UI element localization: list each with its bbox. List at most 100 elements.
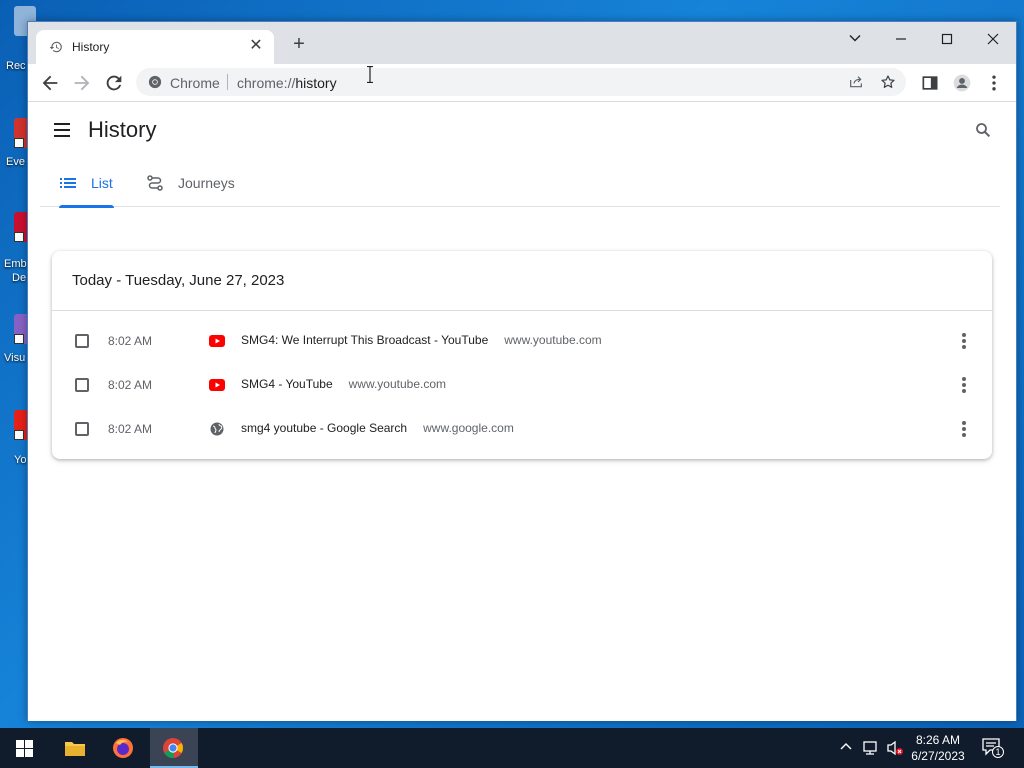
desktop-icon-label: Rec bbox=[6, 60, 26, 72]
history-entry[interactable]: 8:02 AM SMG4: We Interrupt This Broadcas… bbox=[52, 319, 992, 363]
chevron-down-icon bbox=[849, 35, 861, 42]
desktop-icon-event[interactable]: Eve bbox=[0, 118, 36, 178]
chrome-logo-icon bbox=[148, 75, 162, 89]
close-window-button[interactable] bbox=[978, 28, 1008, 52]
tab-strip: History ✕ + bbox=[28, 22, 1016, 64]
youtube-icon bbox=[209, 379, 225, 391]
card-header: Today - Tuesday, June 27, 2023 bbox=[52, 251, 992, 311]
tab-history[interactable]: History ✕ bbox=[36, 30, 274, 64]
entry-more-actions-icon[interactable] bbox=[962, 333, 966, 349]
desktop-icon-embarcadero[interactable]: Emb De bbox=[0, 212, 36, 284]
side-panel-icon[interactable] bbox=[920, 73, 940, 93]
tab-list[interactable]: List bbox=[59, 165, 119, 208]
tab-search-button[interactable] bbox=[840, 28, 870, 52]
shortcut-arrow-icon bbox=[14, 334, 24, 344]
bookmark-star-icon[interactable] bbox=[880, 74, 896, 90]
browser-window: History ✕ + Chrome chrome://history Hist… bbox=[27, 21, 1017, 721]
shortcut-arrow-icon bbox=[14, 232, 24, 242]
entry-checkbox[interactable] bbox=[75, 378, 89, 392]
tab-title: History bbox=[72, 40, 110, 54]
firefox-icon bbox=[113, 738, 133, 758]
forward-arrow-icon[interactable] bbox=[71, 72, 93, 94]
taskbar-file-explorer[interactable] bbox=[50, 728, 98, 768]
tab-label: List bbox=[91, 175, 113, 191]
entry-domain: www.youtube.com bbox=[504, 333, 602, 347]
entry-link[interactable]: SMG4: We Interrupt This Broadcast - YouT… bbox=[241, 333, 602, 347]
entry-time: 8:02 AM bbox=[108, 334, 153, 348]
close-tab-icon[interactable]: ✕ bbox=[248, 38, 264, 54]
url-path: history bbox=[295, 75, 337, 91]
share-icon[interactable] bbox=[848, 74, 864, 90]
shortcut-arrow-icon bbox=[14, 430, 24, 440]
search-icon[interactable] bbox=[974, 121, 992, 139]
tab-label: Journeys bbox=[178, 175, 235, 191]
entry-title: smg4 youtube - Google Search bbox=[241, 421, 408, 435]
reload-icon[interactable] bbox=[103, 72, 125, 94]
address-bar[interactable]: Chrome chrome://history bbox=[136, 68, 906, 96]
youtube-icon bbox=[209, 335, 225, 347]
more-menu-icon[interactable] bbox=[984, 73, 1004, 93]
desktop-icon-visual-studio[interactable]: Visu bbox=[0, 314, 36, 374]
globe-icon bbox=[210, 422, 224, 436]
profile-avatar-icon[interactable] bbox=[952, 73, 972, 93]
desktop-icon-youtube[interactable]: Yo bbox=[0, 410, 36, 470]
date-header: Today - Tuesday, June 27, 2023 bbox=[72, 272, 285, 289]
maximize-button[interactable] bbox=[932, 28, 962, 52]
notification-count-badge: 1 bbox=[992, 746, 1004, 758]
entry-title: SMG4 - YouTube bbox=[241, 377, 333, 391]
site-identity-label: Chrome bbox=[170, 75, 220, 91]
minimize-icon bbox=[896, 38, 906, 40]
text-cursor-icon bbox=[367, 66, 373, 83]
history-entry[interactable]: 8:02 AM SMG4 - YouTube www.youtube.com bbox=[52, 363, 992, 407]
page-title: History bbox=[88, 117, 157, 142]
entry-link[interactable]: SMG4 - YouTube www.youtube.com bbox=[241, 377, 446, 391]
chrome-icon bbox=[163, 738, 184, 759]
shortcut-arrow-icon bbox=[14, 138, 24, 148]
history-tabs: List Journeys bbox=[40, 165, 1000, 208]
system-clock[interactable]: 8:26 AM 6/27/2023 bbox=[904, 732, 972, 764]
back-arrow-icon[interactable] bbox=[39, 72, 61, 94]
maximize-icon bbox=[941, 33, 953, 45]
clock-time: 8:26 AM bbox=[915, 733, 961, 747]
start-button[interactable] bbox=[0, 728, 48, 768]
entry-checkbox[interactable] bbox=[75, 422, 89, 436]
entry-time: 8:02 AM bbox=[108, 422, 153, 436]
windows-logo-icon bbox=[16, 740, 33, 757]
desktop-icon-label: Visu bbox=[4, 352, 26, 364]
minimize-button[interactable] bbox=[886, 28, 916, 52]
entry-title: SMG4: We Interrupt This Broadcast - YouT… bbox=[241, 333, 489, 347]
chevron-up-icon[interactable] bbox=[838, 740, 854, 756]
history-entry[interactable]: 8:02 AM smg4 youtube - Google Search www.… bbox=[52, 407, 992, 451]
desktop-icon-label: Yo bbox=[14, 454, 27, 466]
url-scheme: chrome:// bbox=[237, 75, 296, 91]
desktop-icon-recycle-bin[interactable]: Rec bbox=[0, 6, 36, 72]
desktop-icon-label: Emb bbox=[4, 258, 27, 270]
entry-checkbox[interactable] bbox=[75, 334, 89, 348]
volume-muted-icon[interactable] bbox=[886, 740, 903, 756]
list-icon bbox=[60, 178, 76, 188]
browser-toolbar: Chrome chrome://history bbox=[28, 64, 1016, 102]
new-tab-button[interactable]: + bbox=[290, 34, 308, 54]
taskbar-firefox[interactable] bbox=[99, 728, 147, 768]
desktop-icon-label-line2: De bbox=[12, 272, 27, 284]
clock-date: 6/27/2023 bbox=[911, 749, 965, 763]
omnibox-separator bbox=[227, 74, 228, 90]
entry-more-actions-icon[interactable] bbox=[962, 421, 966, 437]
folder-icon bbox=[65, 742, 85, 756]
entry-domain: www.youtube.com bbox=[348, 377, 447, 391]
url-text[interactable]: chrome://history bbox=[237, 75, 337, 91]
network-icon[interactable] bbox=[862, 740, 878, 756]
entry-more-actions-icon[interactable] bbox=[962, 377, 966, 393]
tab-journeys[interactable]: Journeys bbox=[146, 165, 256, 207]
entry-link[interactable]: smg4 youtube - Google Search www.google.c… bbox=[241, 421, 514, 435]
history-card: Today - Tuesday, June 27, 2023 8:02 AM S… bbox=[52, 251, 992, 459]
history-page: History List Journeys Today - Tuesday, J… bbox=[28, 103, 1016, 721]
history-icon bbox=[49, 41, 62, 53]
entry-domain: www.google.com bbox=[423, 421, 514, 435]
journeys-icon bbox=[147, 175, 163, 191]
taskbar-chrome[interactable] bbox=[150, 728, 198, 768]
action-center-button[interactable]: 1 bbox=[982, 738, 1004, 758]
entry-time: 8:02 AM bbox=[108, 378, 153, 392]
hamburger-menu-icon[interactable] bbox=[54, 123, 70, 137]
desktop-icon-label: Eve bbox=[6, 156, 25, 168]
